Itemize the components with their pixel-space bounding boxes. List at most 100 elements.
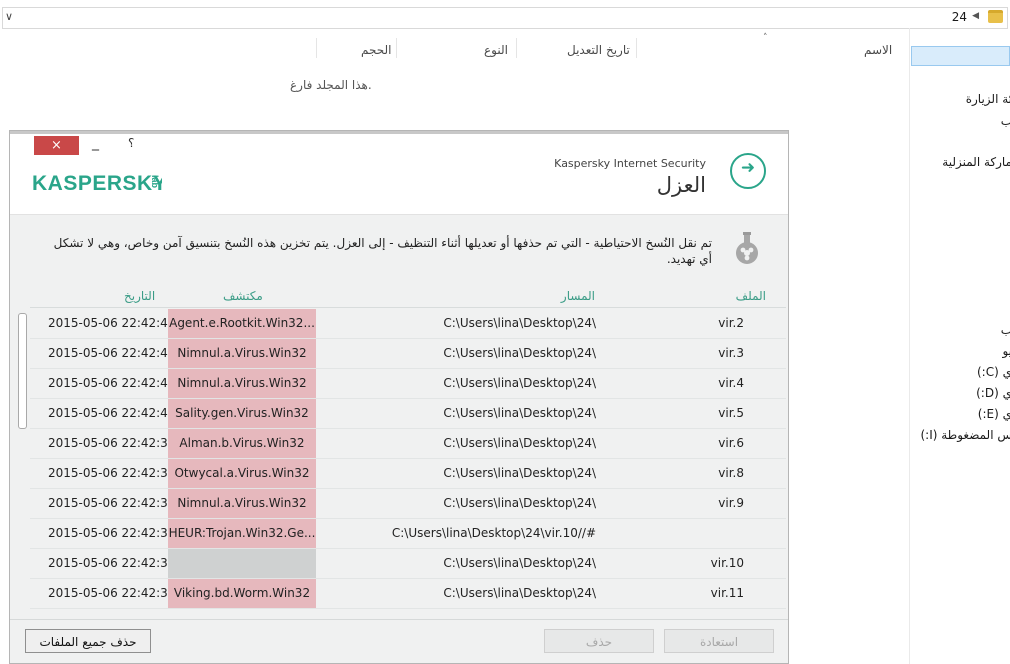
- row-date: 2015-05-06 22:42:38: [48, 436, 176, 450]
- scrollbar-thumb[interactable]: [18, 313, 27, 429]
- row-file: vir.9: [718, 496, 744, 510]
- column-header-modified[interactable]: تاريخ التعديل: [567, 43, 630, 57]
- delete-button[interactable]: حذف: [544, 629, 654, 653]
- table-row[interactable]: 2015-05-06 22:42:48 Agent.e.Rootkit.Win32…: [30, 309, 786, 339]
- column-header-type[interactable]: النوع: [484, 43, 508, 57]
- row-date: 2015-05-06 22:42:33: [48, 586, 176, 600]
- table-row[interactable]: 2015-05-06 22:42:38 Alman.b.Virus.Win32 C:…: [30, 429, 786, 459]
- nav-item[interactable]: ئة الزيارة: [966, 92, 1010, 106]
- minimize-button[interactable]: _: [92, 135, 99, 151]
- logo-sub: lab: [150, 175, 160, 189]
- row-path: C:\Users\lina\Desktop\24\: [443, 436, 596, 450]
- row-file: vir.8: [718, 466, 744, 480]
- footer-divider: [10, 619, 788, 620]
- row-path: C:\Users\lina\Desktop\24\: [443, 406, 596, 420]
- row-date: 2015-05-06 22:42:36: [48, 496, 176, 510]
- row-path: C:\Users\lina\Desktop\24\: [443, 586, 596, 600]
- app-name: Kaspersky Internet Security: [554, 157, 706, 170]
- table-row[interactable]: 2015-05-06 22:42:42 Nimnul.a.Virus.Win32 C…: [30, 339, 786, 369]
- close-button[interactable]: ×: [34, 136, 79, 155]
- quarantine-description: تم نقل النُسخ الاحتياطية - التي تم حذفها…: [53, 236, 712, 266]
- row-date: 2015-05-06 22:42:34: [48, 556, 176, 570]
- nav-item[interactable]: ب: [1001, 323, 1010, 337]
- row-detected: Viking.bd.Worm.Win32: [168, 579, 316, 608]
- nav-item-drive-d[interactable]: ي (D:): [976, 386, 1010, 400]
- row-detected: [168, 549, 316, 578]
- logo-text: KASPERSKY: [32, 172, 162, 195]
- row-path: C:\Users\lina\Desktop\24\: [443, 556, 596, 570]
- row-file: vir.6: [718, 436, 744, 450]
- biohazard-flask-icon: [736, 232, 758, 264]
- column-header-date[interactable]: التاريخ: [124, 289, 155, 303]
- column-divider[interactable]: [396, 38, 397, 58]
- row-path: C:\Users\lina\Desktop\24\: [443, 316, 596, 330]
- row-file: vir.2: [718, 316, 744, 330]
- row-file: vir.11: [710, 586, 744, 600]
- restore-button[interactable]: استعادة: [664, 629, 774, 653]
- row-detected: HEUR:Trojan.Win32.Ge...: [168, 519, 316, 548]
- row-date: 2015-05-06 22:42:42: [48, 346, 176, 360]
- back-arrow-icon[interactable]: ➜: [730, 153, 766, 189]
- nav-item[interactable]: ماركة المنزلية: [942, 155, 1010, 169]
- address-dropdown-icon[interactable]: ∨: [5, 10, 13, 23]
- breadcrumb-item[interactable]: 24: [952, 10, 967, 24]
- row-date: 2015-05-06 22:42:37: [48, 466, 176, 480]
- delete-all-files-button[interactable]: حذف جميع الملفات: [25, 629, 151, 653]
- row-file: vir.5: [718, 406, 744, 420]
- row-date: 2015-05-06 22:42:40: [48, 406, 176, 420]
- column-header-detected[interactable]: مكتشف: [223, 289, 263, 303]
- column-divider[interactable]: [316, 38, 317, 58]
- row-file: [670, 519, 744, 548]
- help-button[interactable]: ؟: [128, 136, 134, 150]
- nav-item-drive-i[interactable]: س المضغوطة (I:): [920, 428, 1010, 442]
- row-detected: Otwycal.a.Virus.Win32: [168, 459, 316, 488]
- page-title: العزل: [656, 173, 706, 197]
- column-header-file[interactable]: الملف: [736, 289, 766, 303]
- row-detected: Alman.b.Virus.Win32: [168, 429, 316, 458]
- nav-item[interactable]: يو: [1002, 344, 1010, 358]
- row-date: 2015-05-06 22:42:41: [48, 376, 176, 390]
- row-file: vir.3: [718, 346, 744, 360]
- nav-item[interactable]: ب: [1001, 114, 1010, 128]
- folder-icon: [988, 10, 1003, 23]
- row-detected: Nimnul.a.Virus.Win32: [168, 369, 316, 398]
- table-row[interactable]: 2015-05-06 22:42:34 C:\Users\lina\Desktop…: [30, 549, 786, 579]
- breadcrumb-separator-icon[interactable]: ◀: [972, 11, 979, 21]
- table-row[interactable]: 2015-05-06 22:42:33 Viking.bd.Worm.Win32 C…: [30, 579, 786, 609]
- row-file: vir.10: [710, 556, 744, 570]
- row-detected: Nimnul.a.Virus.Win32: [168, 489, 316, 518]
- row-path: C:\Users\lina\Desktop\24\vir.10//#: [391, 526, 596, 540]
- row-file: vir.4: [718, 376, 744, 390]
- column-header-path[interactable]: المسار: [561, 289, 595, 303]
- row-detected: Agent.e.Rootkit.Win32...: [168, 309, 316, 338]
- address-bar[interactable]: ∨ 24 ◀: [2, 7, 1008, 29]
- row-path: C:\Users\lina\Desktop\24\: [443, 496, 596, 510]
- column-header-name[interactable]: الاسم: [864, 43, 892, 57]
- table-row[interactable]: 2015-05-06 22:42:36 Nimnul.a.Virus.Win32 C…: [30, 489, 786, 519]
- column-divider[interactable]: [516, 38, 517, 58]
- row-date: 2015-05-06 22:42:48: [48, 316, 176, 330]
- row-detected: Sality.gen.Virus.Win32: [168, 399, 316, 428]
- table-row[interactable]: 2015-05-06 22:42:40 Sality.gen.Virus.Win3…: [30, 399, 786, 429]
- row-path: C:\Users\lina\Desktop\24\: [443, 466, 596, 480]
- window-frame: [10, 131, 788, 134]
- table-row[interactable]: 2015-05-06 22:42:41 Nimnul.a.Virus.Win32 C…: [30, 369, 786, 399]
- sort-arrow-icon: ˄: [763, 33, 768, 43]
- empty-folder-message: هذا المجلد فارغ.: [290, 78, 372, 92]
- column-divider[interactable]: [636, 38, 637, 58]
- table-row[interactable]: 2015-05-06 22:42:37 Otwycal.a.Virus.Win32…: [30, 459, 786, 489]
- navigation-pane-divider: [909, 28, 910, 664]
- row-detected: Nimnul.a.Virus.Win32: [168, 339, 316, 368]
- nav-item-drive-c[interactable]: ي (C:): [977, 365, 1010, 379]
- table-header-divider: [30, 307, 786, 308]
- column-header-size[interactable]: الحجم: [361, 43, 391, 57]
- table-row[interactable]: 2015-05-06 22:42:34 HEUR:Trojan.Win32.Ge.…: [30, 519, 786, 549]
- navigation-selected-item[interactable]: [911, 46, 1010, 66]
- nav-item-drive-e[interactable]: ي (E:): [978, 407, 1010, 421]
- row-date: 2015-05-06 22:42:34: [48, 526, 176, 540]
- table-scrollbar[interactable]: [16, 309, 28, 619]
- quarantine-table: 2015-05-06 22:42:48 Agent.e.Rootkit.Win32…: [30, 309, 786, 619]
- row-path: C:\Users\lina\Desktop\24\: [443, 346, 596, 360]
- kaspersky-logo: KASPERSKY lab: [32, 172, 162, 195]
- kaspersky-quarantine-window: × _ ؟ KASPERSKY lab Kaspersky Internet S…: [9, 130, 789, 664]
